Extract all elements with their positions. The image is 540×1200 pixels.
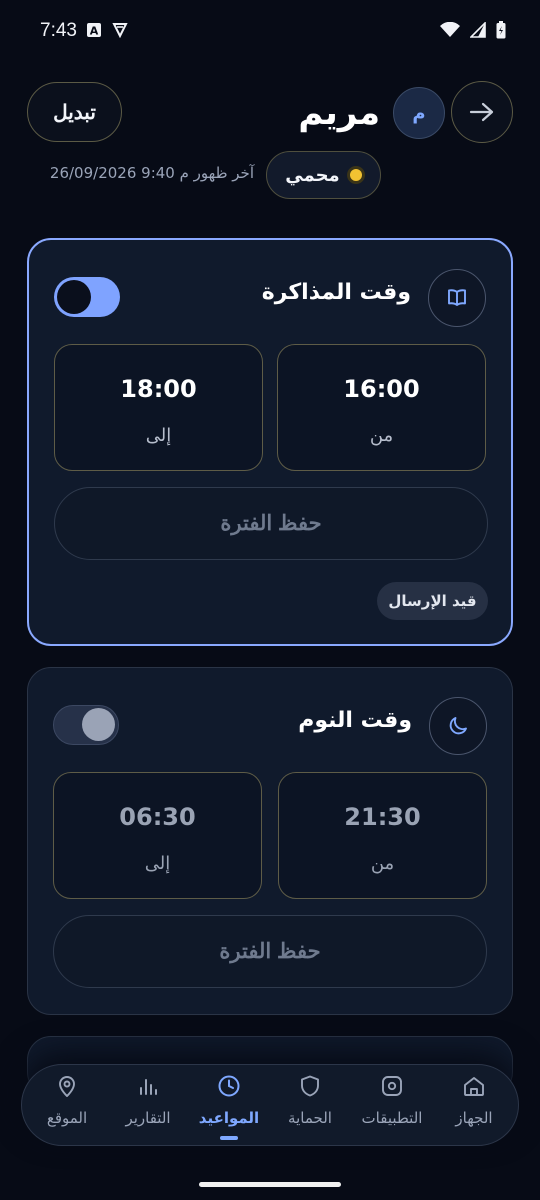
clock-icon	[218, 1075, 240, 1097]
book-icon	[448, 289, 466, 306]
status-dot-icon	[349, 169, 362, 181]
nav-item-device[interactable]: الجهاز	[433, 1065, 515, 1145]
nav-label: المواعيد	[198, 1109, 260, 1127]
nav-label: الموقع	[46, 1109, 88, 1127]
pending-status-badge: قيد الإرسال	[377, 582, 488, 620]
schedule-icon-wrap	[429, 697, 487, 755]
avatar: م	[393, 87, 445, 139]
wifi-icon	[440, 22, 460, 37]
to-time-picker[interactable]: 06:30 إلى	[53, 772, 262, 899]
nav-item-schedules[interactable]: المواعيد	[188, 1065, 270, 1145]
from-time-picker[interactable]: 21:30 من	[278, 772, 487, 899]
schedule-toggle[interactable]	[53, 705, 119, 745]
schedule-card-sleep: وقت النوم 21:30 من 06:30 إلى حفظ الفترة	[27, 667, 513, 1015]
nav-item-reports[interactable]: التقارير	[107, 1065, 189, 1145]
last-seen-text: آخر ظهور م 9:40 26/09/2026	[49, 164, 254, 182]
from-time-label: من	[370, 853, 395, 874]
nav-item-apps[interactable]: التطبيقات	[351, 1065, 433, 1145]
from-time-label: من	[369, 425, 394, 446]
status-bar: 7:43 A	[0, 0, 540, 64]
shield-icon	[301, 1075, 319, 1097]
home-gesture-bar[interactable]	[199, 1182, 341, 1187]
schedule-card-study: وقت المذاكرة 16:00 من 18:00 إلى حفظ الفت…	[27, 238, 513, 646]
status-icons	[440, 21, 506, 39]
save-period-button[interactable]: حفظ الفترة	[54, 487, 488, 560]
shield-status-icon	[112, 23, 128, 38]
nav-item-protection[interactable]: الحماية	[269, 1065, 351, 1145]
apps-icon	[382, 1076, 402, 1096]
nav-label: الحماية	[288, 1109, 332, 1127]
to-time-picker[interactable]: 18:00 إلى	[54, 344, 263, 471]
schedule-title: وقت المذاكرة	[261, 280, 411, 305]
signal-icon	[470, 22, 486, 38]
status-label: محمي	[285, 164, 340, 186]
nav-label: الجهاز	[455, 1109, 493, 1127]
to-time-label: إلى	[144, 853, 171, 874]
active-indicator	[220, 1136, 238, 1140]
switch-child-button[interactable]: تبديل	[27, 82, 122, 142]
from-time-value: 16:00	[343, 375, 420, 403]
nav-label: التطبيقات	[361, 1109, 423, 1127]
keyboard-a-icon: A	[87, 23, 101, 38]
to-time-value: 18:00	[120, 375, 197, 403]
schedule-title: وقت النوم	[298, 708, 412, 733]
back-button[interactable]	[451, 81, 513, 143]
home-icon	[464, 1077, 484, 1096]
bottom-navigation: الجهاز التطبيقات الحماية المواعيد التقار…	[21, 1064, 519, 1146]
arrow-right-icon	[469, 102, 494, 122]
moon-icon	[449, 717, 467, 735]
from-time-value: 21:30	[344, 803, 421, 831]
status-time: 7:43	[40, 20, 77, 41]
toggle-knob	[82, 708, 115, 741]
svg-text:A: A	[90, 25, 99, 38]
nav-item-location[interactable]: الموقع	[26, 1065, 108, 1145]
nav-label: التقارير	[125, 1109, 171, 1127]
schedule-icon-wrap	[428, 269, 486, 327]
to-time-value: 06:30	[119, 803, 196, 831]
save-period-button[interactable]: حفظ الفترة	[53, 915, 487, 988]
battery-icon	[496, 21, 506, 39]
toggle-knob	[57, 280, 91, 314]
from-time-picker[interactable]: 16:00 من	[277, 344, 486, 471]
schedule-toggle[interactable]	[54, 277, 120, 317]
child-name: مريم	[298, 93, 380, 133]
protection-status-badge: محمي	[266, 151, 381, 199]
chart-icon	[140, 1079, 157, 1095]
location-icon	[59, 1076, 75, 1097]
to-time-label: إلى	[145, 425, 172, 446]
